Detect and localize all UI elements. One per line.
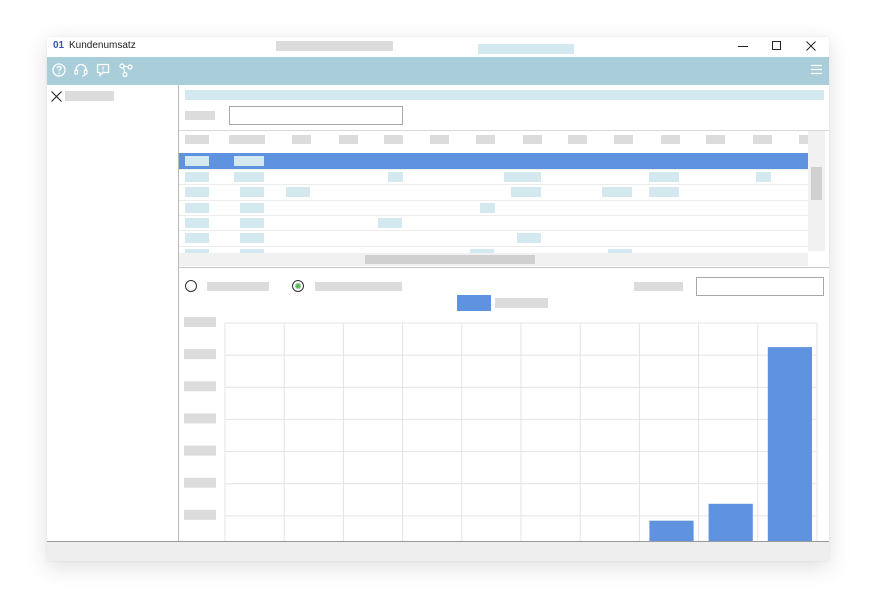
app-window: 01 Kundenumsatz <box>47 37 829 561</box>
sidebar <box>47 85 179 541</box>
close-icon <box>806 41 816 51</box>
app-number: 01 <box>53 40 65 51</box>
y-tick-label <box>184 317 216 327</box>
support-headset-icon <box>74 63 88 77</box>
bar-chart <box>184 295 818 541</box>
sidebar-close-button[interactable] <box>51 91 62 102</box>
legend-swatch <box>457 295 491 311</box>
legend-label <box>495 298 548 308</box>
hamburger-menu-icon <box>811 64 822 75</box>
support-button[interactable] <box>73 62 89 78</box>
sidebar-title-placeholder <box>65 91 114 101</box>
y-tick-label <box>184 477 216 488</box>
minimize-button[interactable] <box>726 37 760 55</box>
status-bar <box>47 541 829 561</box>
maximize-button[interactable] <box>760 37 794 55</box>
y-tick-label <box>184 509 216 520</box>
close-button[interactable] <box>794 37 828 55</box>
share-button[interactable] <box>118 62 134 78</box>
y-tick-label <box>184 445 216 456</box>
maximize-icon <box>772 41 781 50</box>
y-tick-label <box>184 349 216 360</box>
title-bar: 01 Kundenumsatz <box>47 37 829 57</box>
help-icon <box>52 63 66 77</box>
toolbar <box>47 57 829 85</box>
close-icon <box>51 91 62 102</box>
y-tick-label <box>184 381 216 392</box>
y-tick-label <box>184 413 216 424</box>
feedback-button[interactable] <box>95 62 111 78</box>
minimize-icon <box>738 46 748 47</box>
title-placeholder <box>276 41 393 51</box>
bar[interactable] <box>767 347 812 541</box>
title-accent-placeholder <box>478 44 574 54</box>
help-button[interactable] <box>51 62 67 78</box>
window-title: Kundenumsatz <box>69 40 136 51</box>
share-icon <box>119 63 133 78</box>
feedback-icon <box>96 63 110 77</box>
menu-button[interactable] <box>810 63 826 79</box>
main-panel <box>179 85 829 541</box>
bar[interactable] <box>708 503 753 541</box>
bar[interactable] <box>649 520 694 541</box>
